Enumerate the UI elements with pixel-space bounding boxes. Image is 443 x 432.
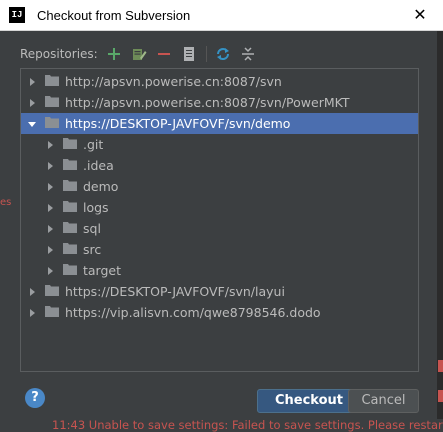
tree-row[interactable]: http://apsvn.powerise.cn:8087/svn	[21, 71, 418, 92]
toolbar-separator	[205, 46, 207, 62]
tree-row-label: http://apsvn.powerise.cn:8087/svn/PowerM…	[65, 95, 350, 110]
collapsed-arrow-icon[interactable]	[45, 245, 55, 255]
tree-row[interactable]: http://apsvn.powerise.cn:8087/svn/PowerM…	[21, 92, 418, 113]
tree-row[interactable]: demo	[21, 176, 418, 197]
plus-icon	[107, 48, 120, 60]
error-marker	[438, 360, 443, 372]
repositories-toolbar: Repositories:	[20, 42, 263, 66]
tree-row-label: https://DESKTOP-JAVFOVF/svn/demo	[65, 116, 291, 131]
collapsed-arrow-icon[interactable]	[45, 140, 55, 150]
collapsed-arrow-icon[interactable]	[45, 224, 55, 234]
repositories-label: Repositories:	[20, 47, 98, 61]
folder-icon	[63, 158, 77, 173]
folder-icon	[45, 95, 59, 110]
refresh-button[interactable]	[213, 44, 233, 64]
tree-row[interactable]: https://vip.alisvn.com/qwe8798546.dodo	[21, 302, 418, 323]
collapsed-arrow-icon[interactable]	[27, 308, 37, 318]
title-bar: IJ Checkout from Subversion ✕	[0, 0, 443, 31]
tree-row[interactable]: https://DESKTOP-JAVFOVF/svn/layui	[21, 281, 418, 302]
folder-icon	[63, 137, 77, 152]
collapsed-arrow-icon[interactable]	[45, 266, 55, 276]
folder-icon	[63, 179, 77, 194]
tree-row[interactable]: src	[21, 239, 418, 260]
tree-row-label: https://DESKTOP-JAVFOVF/svn/layui	[65, 284, 285, 299]
tree-row-label: src	[83, 242, 102, 257]
folder-icon	[45, 116, 59, 131]
tree-row[interactable]: https://DESKTOP-JAVFOVF/svn/demo	[21, 113, 418, 134]
checkout-button[interactable]: Checkout	[257, 389, 361, 413]
window-title: Checkout from Subversion	[37, 8, 191, 23]
tree-row[interactable]: .idea	[21, 155, 418, 176]
help-button[interactable]: ?	[25, 388, 45, 408]
edit-repository-button[interactable]	[129, 44, 149, 64]
folder-icon	[45, 284, 59, 299]
background-text-fragment: es	[0, 197, 12, 208]
tree-row-label: .idea	[83, 158, 114, 173]
tree-row-label: http://apsvn.powerise.cn:8087/svn	[65, 74, 282, 89]
expanded-arrow-icon[interactable]	[27, 119, 37, 129]
edit-icon	[132, 49, 147, 60]
background-status-bar: 11:43 Unable to save settings: Failed to…	[0, 419, 443, 432]
collapsed-arrow-icon[interactable]	[27, 287, 37, 297]
collapsed-arrow-icon[interactable]	[45, 203, 55, 213]
repository-tree[interactable]: http://apsvn.powerise.cn:8087/svn http://…	[20, 68, 419, 372]
collapsed-arrow-icon[interactable]	[27, 77, 37, 87]
tree-row[interactable]: .git	[21, 134, 418, 155]
folder-icon	[63, 221, 77, 236]
folder-icon	[63, 200, 77, 215]
cancel-button[interactable]: Cancel	[348, 389, 419, 413]
add-repository-button[interactable]	[104, 44, 124, 64]
tree-row[interactable]: target	[21, 260, 418, 281]
tree-row-label: target	[83, 263, 122, 278]
folder-icon	[63, 242, 77, 257]
tree-row-label: .git	[83, 137, 104, 152]
refresh-icon	[216, 48, 229, 60]
folder-icon	[45, 305, 59, 320]
tree-row-label: https://vip.alisvn.com/qwe8798546.dodo	[65, 305, 321, 320]
close-button[interactable]: ✕	[397, 0, 443, 30]
tree-row-label: sql	[83, 221, 101, 236]
tree-row-label: demo	[83, 179, 119, 194]
document-icon	[183, 47, 194, 61]
error-marker	[438, 390, 443, 402]
tree-row[interactable]: logs	[21, 197, 418, 218]
collapse-all-button[interactable]	[238, 44, 258, 64]
folder-icon	[63, 263, 77, 278]
collapsed-arrow-icon[interactable]	[27, 98, 37, 108]
collapsed-arrow-icon[interactable]	[45, 182, 55, 192]
remove-repository-button[interactable]	[154, 44, 174, 64]
collapsed-arrow-icon[interactable]	[45, 161, 55, 171]
tree-row-label: logs	[83, 200, 109, 215]
intellij-app-icon: IJ	[9, 7, 25, 23]
minus-icon	[157, 53, 170, 55]
status-message: 11:43 Unable to save settings: Failed to…	[52, 419, 443, 432]
folder-icon	[45, 74, 59, 89]
collapse-all-icon	[241, 47, 254, 61]
tree-row[interactable]: sql	[21, 218, 418, 239]
browse-changes-button[interactable]	[179, 44, 199, 64]
